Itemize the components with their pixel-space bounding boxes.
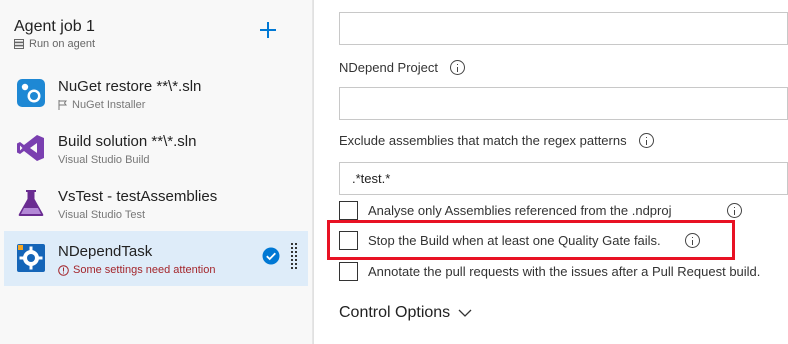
ndepend-project-input[interactable]: [339, 87, 788, 120]
warning-icon: [58, 264, 69, 276]
control-options-label: Control Options: [339, 304, 451, 321]
agent-job-subtitle-text: Run on agent: [29, 38, 96, 50]
task-title: NDependTask: [58, 243, 153, 260]
annotate-pr-checkbox[interactable]: [339, 261, 358, 281]
flag-icon: [58, 100, 67, 110]
add-task-plus-icon[interactable]: [258, 20, 278, 40]
analyse-only-checkbox[interactable]: [339, 200, 358, 220]
agent-job-title: Agent job 1: [14, 18, 95, 35]
agent-job[interactable]: Agent job 1 Run on agent: [0, 0, 313, 62]
checkbox-annotate-pr[interactable]: Annotate the pull requests with the issu…: [339, 260, 760, 282]
ndepend-project-label: NDepend Project: [339, 60, 465, 75]
enabled-check-icon[interactable]: [262, 247, 280, 265]
highlight-box: [327, 220, 735, 260]
ndepend-icon: [17, 244, 45, 272]
analyse-only-label: Analyse only Assemblies referenced from …: [368, 202, 672, 218]
visual-studio-icon: [17, 135, 44, 161]
task-vstest[interactable]: VsTest - testAssemblies Visual Studio Te…: [4, 176, 308, 231]
nuget-icon: [17, 79, 45, 107]
task-title: NuGet restore **\*.sln: [58, 78, 202, 95]
task-subtitle: NuGet Installer: [58, 99, 145, 111]
exclude-assemblies-label-text: Exclude assemblies that match the regex …: [339, 133, 627, 148]
info-icon[interactable]: [450, 60, 465, 75]
exclude-assemblies-input[interactable]: .*test.*: [339, 162, 788, 195]
task-title: Build solution **\*.sln: [58, 133, 197, 150]
task-nuget-restore[interactable]: NuGet restore **\*.sln NuGet Installer: [4, 66, 308, 121]
chevron-down-icon: [458, 309, 472, 317]
task-warning-text: Some settings need attention: [73, 264, 216, 276]
drag-handle-icon[interactable]: [290, 243, 298, 271]
control-options-toggle[interactable]: Control Options: [339, 304, 472, 322]
server-icon: [14, 39, 24, 49]
task-subtitle: Visual Studio Test: [58, 209, 145, 221]
task-title: VsTest - testAssemblies: [58, 188, 218, 205]
task-subtitle-text: Visual Studio Build: [58, 154, 150, 166]
annotate-pr-label: Annotate the pull requests with the issu…: [368, 263, 761, 279]
task-subtitle: Visual Studio Build: [58, 154, 150, 166]
task-warning: Some settings need attention: [58, 264, 215, 276]
pipeline-task-list: Agent job 1 Run on agent NuGet restore *…: [0, 0, 313, 344]
info-icon[interactable]: [726, 202, 742, 218]
task-ndepend[interactable]: NDependTask Some settings need attention: [4, 231, 308, 286]
task-subtitle-text: Visual Studio Test: [58, 209, 146, 221]
checkbox-analyse-only[interactable]: Analyse only Assemblies referenced from …: [339, 199, 742, 221]
panel-divider: [313, 0, 314, 344]
task-build-solution[interactable]: Build solution **\*.sln Visual Studio Bu…: [4, 121, 308, 176]
previous-field-input[interactable]: [339, 12, 788, 45]
ndepend-project-label-text: NDepend Project: [339, 60, 438, 75]
info-icon[interactable]: [638, 133, 654, 148]
task-subtitle-text: NuGet Installer: [72, 99, 146, 111]
exclude-assemblies-label: Exclude assemblies that match the regex …: [339, 133, 654, 148]
agent-job-subtitle: Run on agent: [14, 38, 95, 50]
flask-icon: [18, 190, 44, 216]
